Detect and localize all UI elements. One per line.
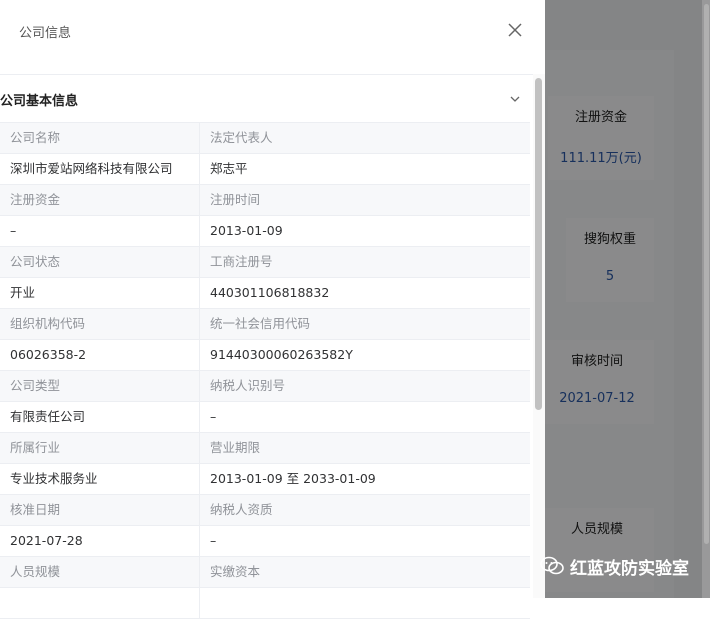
field-value: 91440300060263582Y	[210, 347, 353, 362]
field-value: 郑志平	[210, 161, 248, 176]
field-label: 实缴资本	[210, 564, 261, 579]
table-row-labels: 组织机构代码 统一社会信用代码	[0, 309, 530, 340]
field-value: 440301106818832	[210, 285, 330, 300]
table-row-values: 有限责任公司 –	[0, 402, 530, 433]
field-value: 2013-01-09	[210, 223, 283, 238]
table-row-labels: 公司类型 纳税人识别号	[0, 371, 530, 402]
section-header[interactable]: 公司基本信息	[0, 74, 530, 122]
field-label: 法定代表人	[210, 130, 273, 145]
close-button[interactable]	[505, 20, 525, 40]
company-info-table: 公司名称 法定代表人 深圳市爱站网络科技有限公司 郑志平 注册资金 注册时间 –…	[0, 122, 530, 619]
section-title: 公司基本信息	[0, 94, 79, 109]
table-row-labels: 注册资金 注册时间	[0, 185, 530, 216]
company-info-drawer: 公司信息 公司基本信息 公司名称 法定代表人 深圳市爱站网络科技有限公司 郑志平…	[0, 0, 545, 619]
field-label: 公司名称	[0, 123, 200, 153]
table-row-values	[0, 588, 530, 619]
drawer-title: 公司信息	[19, 26, 72, 41]
table-row-values: 开业 440301106818832	[0, 278, 530, 309]
drawer-header: 公司信息	[0, 0, 545, 75]
table-row-labels: 所属行业 营业期限	[0, 433, 530, 464]
field-value: –	[0, 216, 200, 246]
table-row-values: 专业技术服务业 2013-01-09 至 2033-01-09	[0, 464, 530, 495]
field-label: 所属行业	[0, 433, 200, 463]
field-label: 纳税人资质	[210, 502, 273, 517]
field-value: 开业	[0, 278, 200, 308]
page-scrollbar-thumb[interactable]	[704, 4, 709, 544]
table-row-values: – 2013-01-09	[0, 216, 530, 247]
field-value	[200, 588, 530, 618]
field-value: 专业技术服务业	[0, 464, 200, 494]
field-label: 营业期限	[210, 440, 261, 455]
wechat-icon	[540, 556, 564, 575]
table-row-labels: 公司名称 法定代表人	[0, 123, 530, 154]
field-label: 公司类型	[0, 371, 200, 401]
close-icon	[508, 23, 522, 37]
table-row-values: 2021-07-28 –	[0, 526, 530, 557]
watermark-text: 红蓝攻防实验室	[570, 558, 689, 579]
field-label: 人员规模	[0, 557, 200, 587]
field-value: –	[210, 409, 217, 424]
table-row-values: 06026358-2 91440300060263582Y	[0, 340, 530, 371]
field-label: 核准日期	[0, 495, 200, 525]
field-label: 工商注册号	[210, 254, 273, 269]
table-row-labels: 人员规模 实缴资本	[0, 557, 530, 588]
field-value	[0, 588, 200, 618]
watermark: 红蓝攻防实验室	[540, 552, 689, 580]
field-label: 公司状态	[0, 247, 200, 277]
field-label: 注册资金	[0, 185, 200, 215]
field-value: 2021-07-28	[0, 526, 200, 556]
field-value: 有限责任公司	[0, 402, 200, 432]
field-value: –	[210, 533, 217, 548]
field-label: 纳税人识别号	[210, 378, 286, 393]
table-row-labels: 公司状态 工商注册号	[0, 247, 530, 278]
field-value: 06026358-2	[0, 340, 200, 370]
field-label: 统一社会信用代码	[210, 316, 311, 331]
field-label: 注册时间	[210, 192, 261, 207]
chevron-down-icon[interactable]	[508, 92, 522, 106]
drawer-scrollbar-thumb[interactable]	[535, 78, 542, 410]
field-value: 2013-01-09 至 2033-01-09	[210, 471, 376, 486]
table-row-labels: 核准日期 纳税人资质	[0, 495, 530, 526]
field-label: 组织机构代码	[0, 309, 200, 339]
table-row-values: 深圳市爱站网络科技有限公司 郑志平	[0, 154, 530, 185]
field-value: 深圳市爱站网络科技有限公司	[0, 154, 200, 184]
